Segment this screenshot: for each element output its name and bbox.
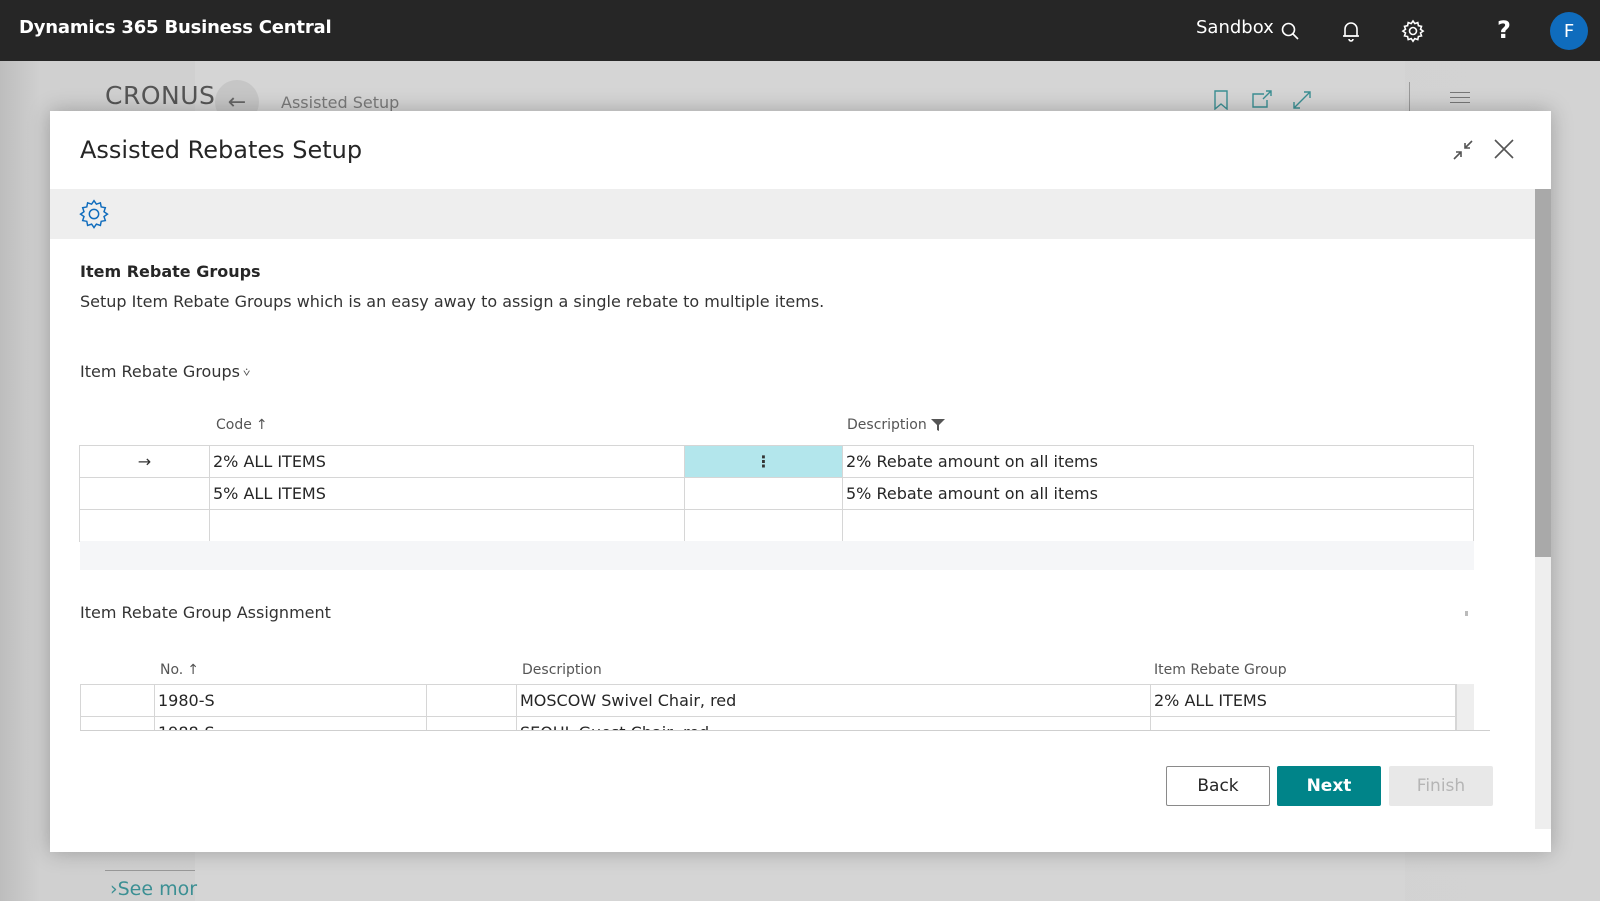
menu-icon (1450, 92, 1470, 107)
back-button[interactable]: Back (1166, 766, 1270, 806)
avatar[interactable]: F (1550, 12, 1588, 50)
description-cell[interactable]: MOSCOW Swivel Chair, red (516, 684, 1151, 717)
code-cell[interactable] (209, 509, 685, 542)
column-header-code[interactable]: Code ↑ (216, 417, 268, 433)
see-more-link: ›See mor (110, 878, 198, 900)
table-row[interactable]: 1988-S SEOUL Guest Chair, red (80, 716, 1456, 730)
table-row[interactable]: 5% ALL ITEMS 5% Rebate amount on all ite… (79, 477, 1474, 510)
sort-ascending-icon: ↑ (187, 662, 199, 678)
assisted-setup-dialog: Assisted Rebates Setup Item Rebate Group… (50, 111, 1551, 852)
rebate-groups-grid: → 2% ALL ITEMS ⋮ 2% Rebate amount on all… (79, 445, 1474, 542)
column-header-description[interactable]: Description (522, 662, 602, 678)
filter-icon (930, 419, 945, 431)
part-options-handle[interactable] (1465, 611, 1468, 616)
app-name[interactable]: Dynamics 365 Business Central (19, 17, 332, 38)
description-cell[interactable]: SEOUL Guest Chair, red (516, 716, 1151, 730)
close-icon[interactable] (1490, 135, 1518, 163)
finish-button[interactable]: Finish (1389, 766, 1493, 806)
item-rebate-group-cell[interactable]: 2% ALL ITEMS (1150, 684, 1456, 717)
description-cell[interactable]: 5% Rebate amount on all items (842, 477, 1474, 510)
gear-icon[interactable] (1400, 18, 1426, 44)
divider (105, 870, 195, 871)
settings-gear-icon[interactable] (78, 198, 110, 230)
column-header-item-rebate-group[interactable]: Item Rebate Group (1154, 662, 1287, 678)
top-bar: Dynamics 365 Business Central Sandbox ? … (0, 0, 1600, 61)
dialog-title: Assisted Rebates Setup (80, 136, 363, 164)
table-row[interactable] (79, 509, 1474, 542)
breadcrumb: Assisted Setup (281, 93, 400, 112)
collapse-icon[interactable] (1451, 138, 1475, 162)
no-cell[interactable]: 1988-S (154, 716, 427, 730)
divider (1409, 82, 1410, 112)
share-icon (1252, 90, 1272, 113)
step-title: Item Rebate Groups (80, 262, 261, 281)
environment-label: Sandbox (1196, 17, 1274, 38)
scrollbar-thumb[interactable] (1535, 189, 1551, 557)
rebate-groups-part-title[interactable]: Item Rebate Groups ⩒ (80, 362, 250, 381)
grid-scrollbar[interactable] (1456, 684, 1474, 730)
next-button[interactable]: Next (1277, 766, 1381, 806)
grid-footer (80, 541, 1474, 570)
no-cell[interactable]: 1980-S (154, 684, 427, 717)
chevron-right-icon: › (110, 878, 118, 900)
row-menu-icon[interactable]: ⋮ (684, 445, 843, 478)
search-icon[interactable] (1277, 18, 1303, 44)
company-name: CRONUS (105, 81, 216, 110)
code-cell[interactable]: 5% ALL ITEMS (209, 477, 685, 510)
assignment-part-title: Item Rebate Group Assignment (80, 603, 331, 622)
code-cell[interactable]: 2% ALL ITEMS (209, 445, 685, 478)
action-bar (50, 189, 1535, 239)
chevron-down-icon: ⩒ (242, 365, 251, 379)
step-description: Setup Item Rebate Groups which is an eas… (80, 292, 825, 311)
assignment-grid: 1980-S MOSCOW Swivel Chair, red 2% ALL I… (80, 684, 1490, 731)
table-row[interactable]: 1980-S MOSCOW Swivel Chair, red 2% ALL I… (80, 684, 1456, 717)
description-cell[interactable]: 2% Rebate amount on all items (842, 445, 1474, 478)
sort-ascending-icon: ↑ (255, 417, 268, 433)
column-header-no[interactable]: No. ↑ (160, 662, 199, 678)
column-header-description[interactable]: Description (847, 417, 945, 433)
description-cell[interactable] (842, 509, 1474, 542)
current-row-arrow-icon: → (79, 445, 210, 478)
help-icon[interactable]: ? (1497, 16, 1511, 44)
bell-icon[interactable] (1338, 18, 1364, 44)
item-rebate-group-cell[interactable] (1150, 716, 1456, 730)
table-row[interactable]: → 2% ALL ITEMS ⋮ 2% Rebate amount on all… (79, 445, 1474, 478)
